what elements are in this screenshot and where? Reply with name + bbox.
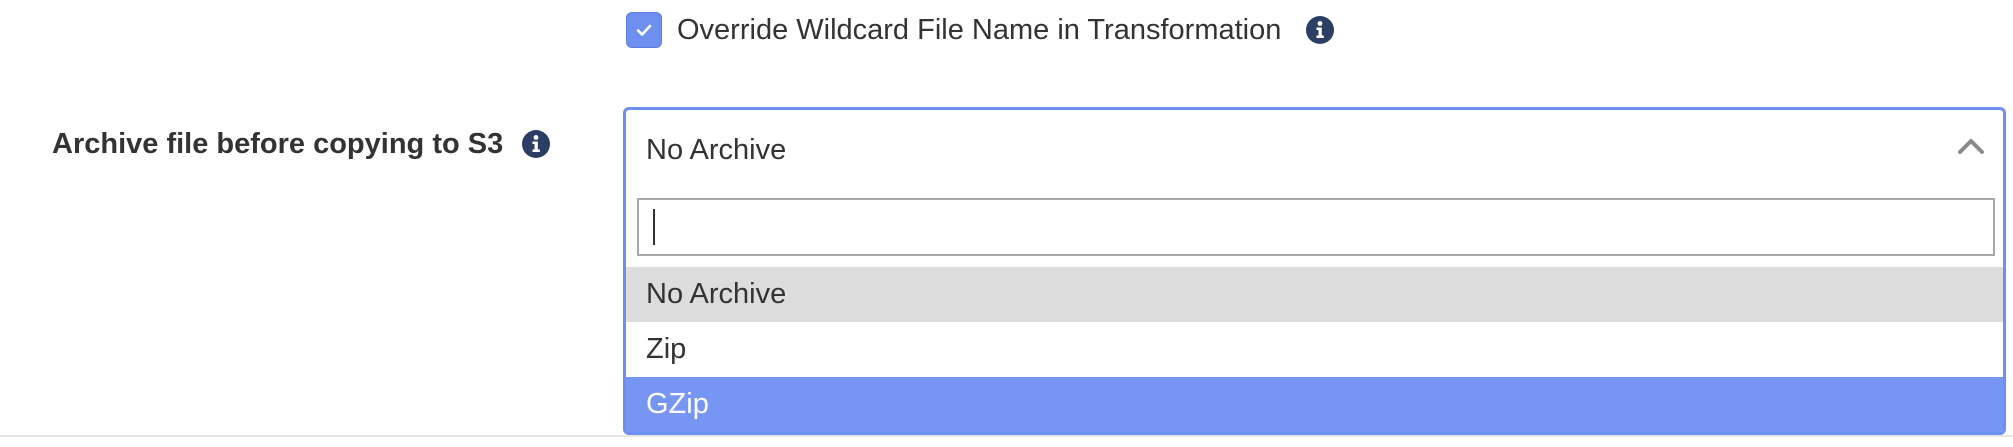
info-icon[interactable] [521, 129, 551, 159]
archive-select[interactable]: No Archive No Archive Zip GZip [623, 107, 2006, 435]
info-icon[interactable] [1305, 15, 1335, 45]
option-no-archive[interactable]: No Archive [626, 267, 2003, 322]
override-wildcard-row: Override Wildcard File Name in Transform… [626, 10, 1335, 50]
archive-label-text: Archive file before copying to S3 [52, 127, 504, 160]
option-zip[interactable]: Zip [626, 322, 2003, 377]
option-label: Zip [646, 333, 687, 365]
option-label: GZip [646, 388, 709, 420]
override-wildcard-checkbox[interactable] [626, 12, 662, 48]
option-list: No Archive Zip GZip [626, 267, 2003, 432]
option-gzip[interactable]: GZip [626, 377, 2003, 432]
bottom-divider [0, 435, 2013, 437]
chevron-up-icon[interactable] [1957, 136, 1985, 156]
check-icon [636, 24, 652, 36]
dropdown-search-input[interactable] [637, 198, 1995, 256]
text-caret [653, 209, 655, 245]
option-label: No Archive [646, 278, 787, 310]
select-head[interactable]: No Archive [626, 110, 2003, 190]
archive-field-label: Archive file before copying to S3 [52, 124, 551, 164]
selected-value: No Archive [646, 133, 787, 166]
override-wildcard-label: Override Wildcard File Name in Transform… [677, 13, 1282, 46]
